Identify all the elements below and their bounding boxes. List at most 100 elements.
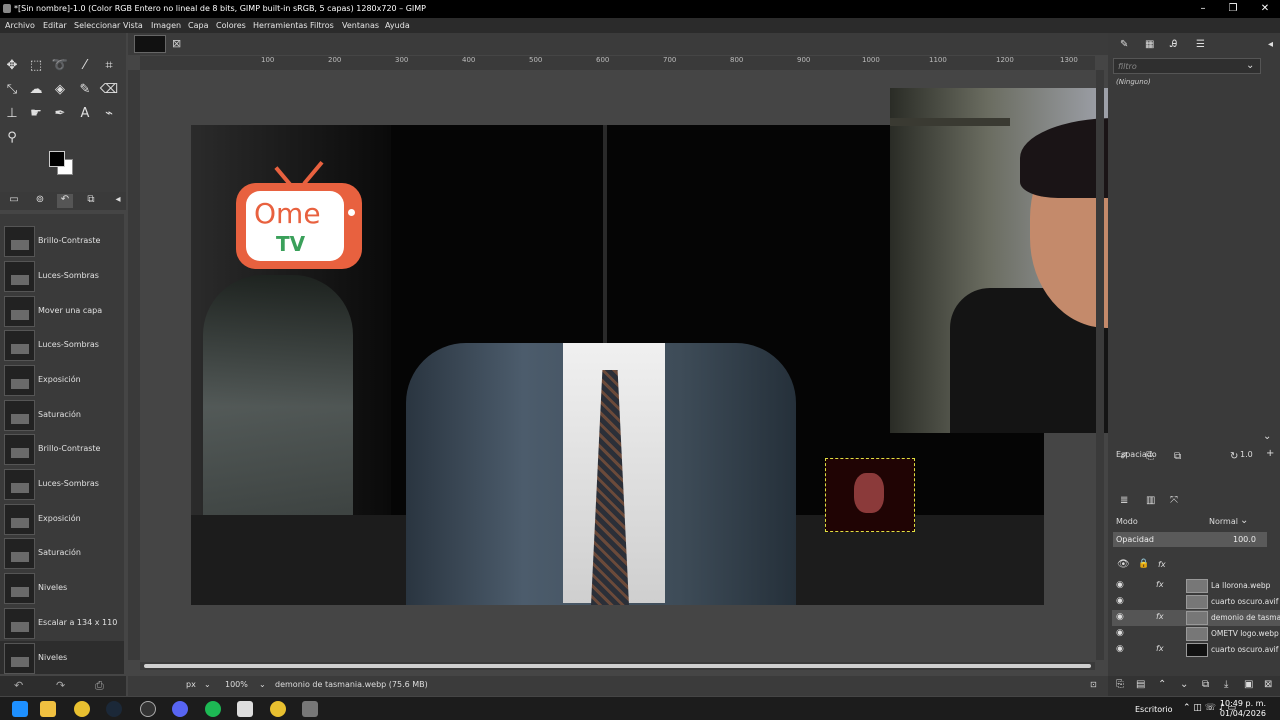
desktop-label[interactable]: Escritorio bbox=[1135, 705, 1173, 714]
history-item[interactable]: Exposición bbox=[0, 363, 124, 397]
new-layer-icon[interactable]: ⎘ bbox=[1116, 679, 1124, 690]
zoom-select[interactable]: 100% bbox=[225, 680, 248, 689]
history-item[interactable]: Brillo-Contraste bbox=[0, 432, 124, 466]
brushes-tab-icon[interactable]: ✎ bbox=[1120, 39, 1128, 50]
paths-tab-icon[interactable]: ⤧ bbox=[1170, 495, 1178, 506]
fx-icon[interactable]: fx bbox=[1156, 644, 1164, 653]
layer-row[interactable]: ◉ fx cuarto oscuro.avif bbox=[1112, 642, 1280, 658]
tool-options-tab-icon[interactable]: ▭ bbox=[6, 194, 22, 208]
app-icon[interactable] bbox=[237, 701, 253, 717]
image-tab[interactable] bbox=[134, 35, 166, 53]
history-item[interactable]: Exposición bbox=[0, 502, 124, 536]
menu-imagen[interactable]: Imagen bbox=[151, 21, 181, 30]
eye-icon[interactable]: ◉ bbox=[1116, 612, 1124, 622]
minimize-button[interactable]: – bbox=[1188, 1, 1218, 17]
device-status-tab-icon[interactable]: ⊚ bbox=[32, 194, 48, 208]
layers-tab-icon[interactable]: ≣ bbox=[1120, 495, 1128, 506]
dock-menu-icon[interactable]: ◂ bbox=[110, 194, 126, 208]
duplicate-layer-icon[interactable]: ⧉ bbox=[1202, 679, 1209, 690]
chrome-icon[interactable] bbox=[74, 701, 90, 717]
warp-icon[interactable]: ☁ bbox=[25, 79, 47, 101]
fx-icon[interactable]: fx bbox=[1156, 612, 1164, 621]
obs-icon[interactable] bbox=[140, 701, 156, 717]
history-item[interactable]: Mover una capa bbox=[0, 294, 124, 328]
history-item-selected[interactable]: Niveles bbox=[0, 641, 124, 674]
steam-icon[interactable] bbox=[106, 701, 122, 717]
spacing-slider[interactable]: Espaciado 1.0 + bbox=[1112, 448, 1276, 462]
history-item[interactable]: Brillo-Contraste bbox=[0, 224, 124, 258]
eye-icon[interactable]: ◉ bbox=[1116, 628, 1124, 638]
lasso-icon[interactable]: ➰ bbox=[49, 55, 71, 77]
eraser-icon[interactable]: ⌫ bbox=[98, 79, 120, 101]
clone-icon[interactable]: ⊥ bbox=[1, 103, 23, 125]
vertical-scrollbar[interactable] bbox=[1096, 70, 1104, 660]
transform-icon[interactable]: ⤡ bbox=[1, 79, 23, 101]
eye-icon[interactable]: ◉ bbox=[1116, 644, 1124, 654]
move-tool-icon[interactable]: ✥ bbox=[1, 55, 23, 77]
taz-layer-selection[interactable] bbox=[825, 458, 915, 532]
patterns-tab-icon[interactable]: ▦ bbox=[1145, 39, 1154, 50]
clear-history-icon[interactable]: ⎙ bbox=[95, 679, 104, 693]
menu-colores[interactable]: Colores bbox=[216, 21, 246, 30]
menu-ventanas[interactable]: Ventanas bbox=[342, 21, 379, 30]
clock[interactable]: 10:49 p. m. 01/04/2026 bbox=[1220, 699, 1266, 719]
scroll-thumb[interactable] bbox=[144, 664, 1091, 668]
windows-start-icon[interactable] bbox=[12, 701, 28, 717]
color-picker-icon[interactable]: ⌁ bbox=[98, 103, 120, 125]
history-item[interactable]: Luces-Sombras bbox=[0, 259, 124, 293]
history-item[interactable]: Saturación bbox=[0, 398, 124, 432]
gimp-taskbar-icon[interactable] bbox=[302, 701, 318, 717]
menu-archivo[interactable]: Archivo bbox=[5, 21, 35, 30]
opacity-slider[interactable]: Opacidad 100.0 bbox=[1113, 532, 1267, 547]
delete-layer-icon[interactable]: ⊠ bbox=[1264, 679, 1272, 690]
spotify-icon[interactable] bbox=[205, 701, 221, 717]
bucket-fill-icon[interactable]: ◈ bbox=[49, 79, 71, 101]
maximize-button[interactable]: ❐ bbox=[1218, 1, 1248, 17]
mask-icon[interactable]: ▣ bbox=[1244, 679, 1253, 690]
history-item[interactable]: Niveles bbox=[0, 571, 124, 605]
layer-row[interactable]: ◉ OMETV logo.webp bbox=[1112, 626, 1280, 642]
discord-icon[interactable] bbox=[172, 701, 188, 717]
smudge-icon[interactable]: ☛ bbox=[25, 103, 47, 125]
document-history-tab-icon[interactable]: ☰ bbox=[1196, 39, 1205, 50]
menu-capa[interactable]: Capa bbox=[188, 21, 208, 30]
menu-editar[interactable]: Editar bbox=[43, 21, 67, 30]
file-explorer-icon[interactable] bbox=[40, 701, 56, 717]
zoom-icon[interactable]: ⚲ bbox=[1, 127, 23, 149]
paths-icon[interactable]: ✒ bbox=[49, 103, 71, 125]
eye-icon[interactable]: ◉ bbox=[1116, 580, 1124, 590]
history-item[interactable]: Luces-Sombras bbox=[0, 328, 124, 362]
foreground-color[interactable] bbox=[49, 151, 65, 167]
mode-select[interactable]: Normal bbox=[1209, 517, 1238, 526]
new-group-icon[interactable]: ▤ bbox=[1136, 679, 1145, 690]
chevron-down-icon[interactable]: ⌄ bbox=[1263, 431, 1271, 442]
horizontal-scrollbar[interactable] bbox=[140, 662, 1095, 670]
layer-row-selected[interactable]: ◉fxdemonio de tasmania bbox=[1112, 610, 1280, 626]
chevron-down-icon[interactable]: ⌄ bbox=[204, 680, 211, 689]
rect-select-icon[interactable]: ⬚ bbox=[25, 55, 47, 77]
chrome-icon-2[interactable] bbox=[270, 701, 286, 717]
menu-ayuda[interactable]: Ayuda bbox=[385, 21, 410, 30]
lower-layer-icon[interactable]: ⌄ bbox=[1180, 679, 1188, 690]
chevron-down-icon[interactable]: ⌄ bbox=[259, 680, 266, 689]
brush-filter-input[interactable]: filtro bbox=[1113, 58, 1261, 74]
chevron-down-icon[interactable]: ⌄ bbox=[1240, 515, 1248, 526]
unit-select[interactable]: px bbox=[186, 680, 196, 689]
layer-row[interactable]: ◉ fx La llorona.webp bbox=[1112, 578, 1280, 594]
images-tab-icon[interactable]: ⧉ bbox=[83, 194, 99, 208]
paintbrush-icon[interactable]: ✎ bbox=[74, 79, 96, 101]
fonts-tab-icon[interactable]: Ꭿ bbox=[1170, 39, 1177, 50]
crop-icon[interactable]: ⌗ bbox=[98, 55, 120, 77]
navigate-icon[interactable]: ⊡ bbox=[1090, 680, 1097, 689]
chevron-down-icon[interactable]: ⌄ bbox=[1246, 60, 1254, 71]
layer-row[interactable]: ◉ cuarto oscuro.avif ( bbox=[1112, 594, 1280, 610]
undo-history-tab-icon[interactable]: ↶ bbox=[57, 194, 73, 208]
fuzzy-select-icon[interactable]: ⁄ bbox=[74, 55, 96, 77]
merge-down-icon[interactable]: ⤓ bbox=[1224, 679, 1228, 690]
fx-icon[interactable]: fx bbox=[1156, 580, 1164, 589]
redo-icon[interactable]: ↷ bbox=[56, 679, 65, 692]
history-item[interactable]: Escalar a 134 x 110 bbox=[0, 606, 124, 640]
menu-vista[interactable]: Vista bbox=[123, 21, 143, 30]
history-item[interactable]: Saturación bbox=[0, 536, 124, 570]
plus-icon[interactable]: + bbox=[1266, 448, 1274, 459]
